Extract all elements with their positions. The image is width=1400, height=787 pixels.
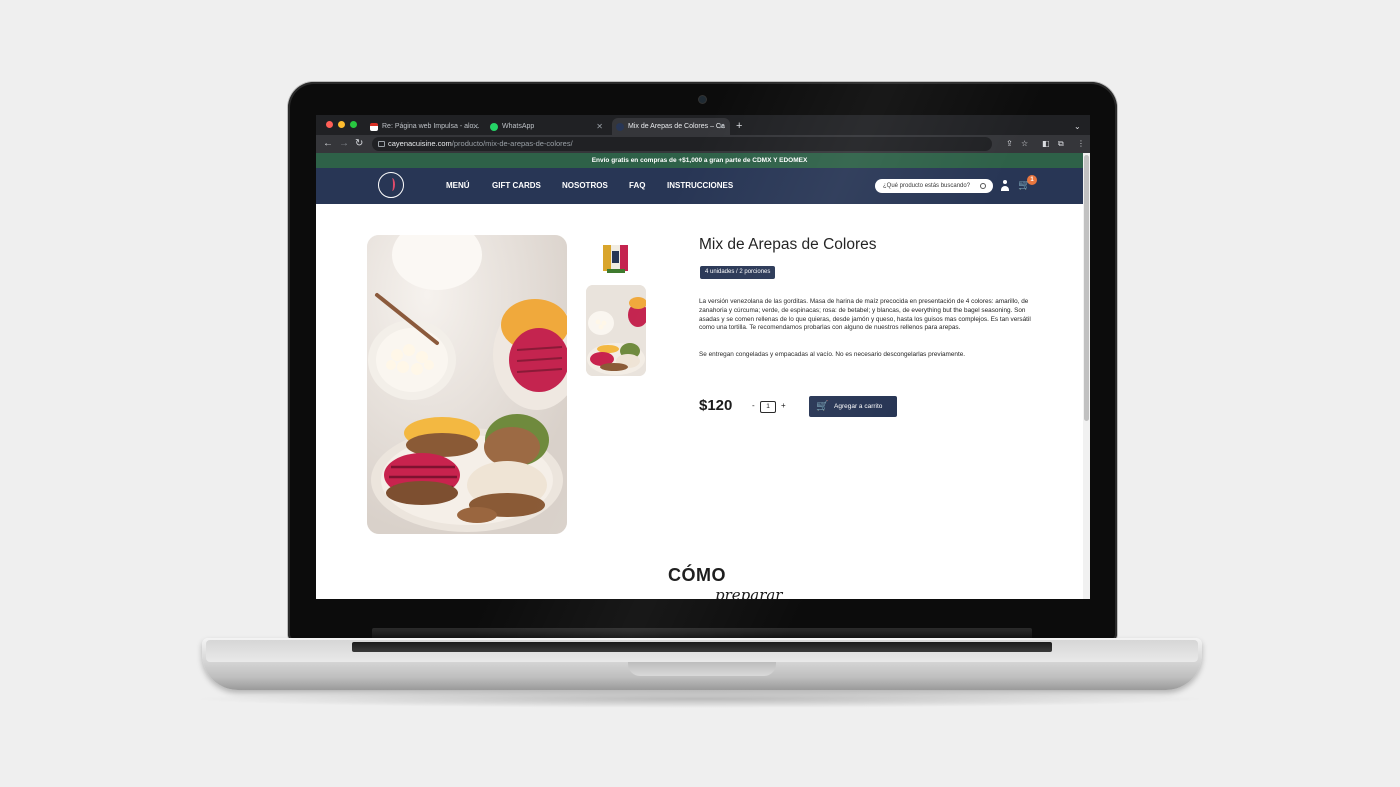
account-icon[interactable] [1001, 180, 1009, 192]
laptop-screen: Re: Página web Impulsa - alo... ✕ WhatsA… [316, 115, 1090, 599]
nav-item-faq[interactable]: FAQ [629, 168, 645, 204]
browser-tab-product[interactable]: Mix de Arepas de Colores – Ca ✕ [612, 118, 730, 135]
product-thumbnail-arepas[interactable] [586, 285, 646, 376]
package-photo [603, 245, 628, 273]
product-main-image[interactable] [367, 235, 567, 534]
minimize-window-icon[interactable] [338, 121, 345, 128]
address-bar[interactable]: cayenacuisine.com/producto/mix-de-arepas… [372, 137, 992, 151]
tab-title: WhatsApp [502, 123, 535, 130]
back-arrow-icon[interactable]: ← [323, 137, 333, 151]
quantity-increase-button[interactable]: + [781, 401, 786, 410]
product-note: Se entregan congeladas y empacadas al va… [699, 351, 966, 358]
nav-item-menu[interactable]: MENÚ [446, 168, 470, 204]
search-icon[interactable] [980, 183, 986, 189]
browser-tab-strip: Re: Página web Impulsa - alo... ✕ WhatsA… [316, 115, 1090, 135]
tab-title: Mix de Arepas de Colores – Ca [628, 123, 725, 130]
quantity-input[interactable]: 1 [760, 401, 776, 413]
whatsapp-icon [490, 123, 498, 131]
reload-icon[interactable]: ↻ [355, 137, 363, 151]
site-logo[interactable] [378, 172, 404, 198]
site-header: MENÚ GIFT CARDS NOSOTROS FAQ INSTRUCCION… [316, 168, 1083, 204]
quantity-decrease-button[interactable]: - [752, 401, 755, 410]
portion-badge: 4 unidades / 2 porciones [700, 266, 776, 279]
cart-icon[interactable]: 🛒 [1018, 181, 1030, 191]
url-path: /producto/mix-de-arepas-de-colores/ [451, 139, 573, 148]
site-icon [616, 123, 624, 131]
share-icon[interactable]: ⇪ [1006, 137, 1013, 151]
nav-item-instrucciones[interactable]: INSTRUCCIONES [667, 168, 733, 204]
add-to-cart-label: Agregar a carrito [834, 403, 883, 410]
tab-search-chevron-icon[interactable]: ⌄ [1072, 118, 1086, 135]
arepas-photo [367, 235, 567, 534]
sidebar-icon[interactable]: ◧ [1042, 137, 1050, 151]
close-tab-icon[interactable]: ✕ [596, 118, 603, 135]
webcam [699, 96, 706, 103]
maximize-window-icon[interactable] [350, 121, 357, 128]
browser-toolbar: ← → ↻ cayenacuisine.com/producto/mix-de-… [316, 135, 1090, 153]
add-to-cart-button[interactable]: 🛒 Agregar a carrito [809, 396, 897, 417]
cart-icon: 🛒 [816, 401, 829, 412]
lock-icon [378, 141, 385, 147]
section-heading: CÓMO [668, 565, 726, 585]
nav-item-gift-cards[interactable]: GIFT CARDS [492, 168, 541, 204]
search-input[interactable]: ¿Qué producto estás buscando? [875, 179, 993, 193]
product-thumbnail-package[interactable] [598, 239, 633, 277]
close-tab-icon[interactable]: ✕ [718, 118, 725, 135]
laptop-shadow [190, 690, 1210, 708]
forward-arrow-icon[interactable]: → [339, 137, 349, 151]
browser-tab-whatsapp[interactable]: WhatsApp ✕ [486, 118, 608, 135]
product-price: $120 [699, 397, 733, 414]
promo-banner: Envío gratis en compras de +$1,000 a gra… [316, 153, 1083, 168]
page-scrollbar[interactable] [1083, 153, 1090, 599]
section-subheading: preparar [715, 586, 783, 599]
browser-tab-gmail[interactable]: Re: Página web Impulsa - alo... ✕ [366, 118, 484, 135]
menu-dots-icon[interactable]: ⋮ [1077, 137, 1085, 151]
url-domain: cayenacuisine.com [388, 139, 452, 148]
close-tab-icon[interactable]: ✕ [472, 118, 479, 135]
new-tab-icon[interactable]: + [732, 118, 748, 135]
bookmark-star-icon[interactable]: ☆ [1021, 137, 1028, 151]
scrollbar-thumb[interactable] [1084, 155, 1089, 421]
lid-opening-notch [628, 662, 776, 676]
tab-title: Re: Página web Impulsa - alo... [382, 123, 480, 130]
product-title: Mix de Arepas de Colores [699, 236, 877, 253]
extensions-icon[interactable]: ⧉ [1058, 137, 1064, 151]
product-description: La versión venezolana de las gorditas. M… [699, 298, 1031, 332]
cart-count-badge: 1 [1027, 175, 1037, 185]
arepas-thumb-photo [586, 285, 646, 376]
keyboard-edge [352, 642, 1052, 652]
search-placeholder: ¿Qué producto estás buscando? [883, 183, 971, 189]
gmail-icon [370, 123, 378, 131]
close-window-icon[interactable] [326, 121, 333, 128]
nav-item-nosotros[interactable]: NOSOTROS [562, 168, 608, 204]
